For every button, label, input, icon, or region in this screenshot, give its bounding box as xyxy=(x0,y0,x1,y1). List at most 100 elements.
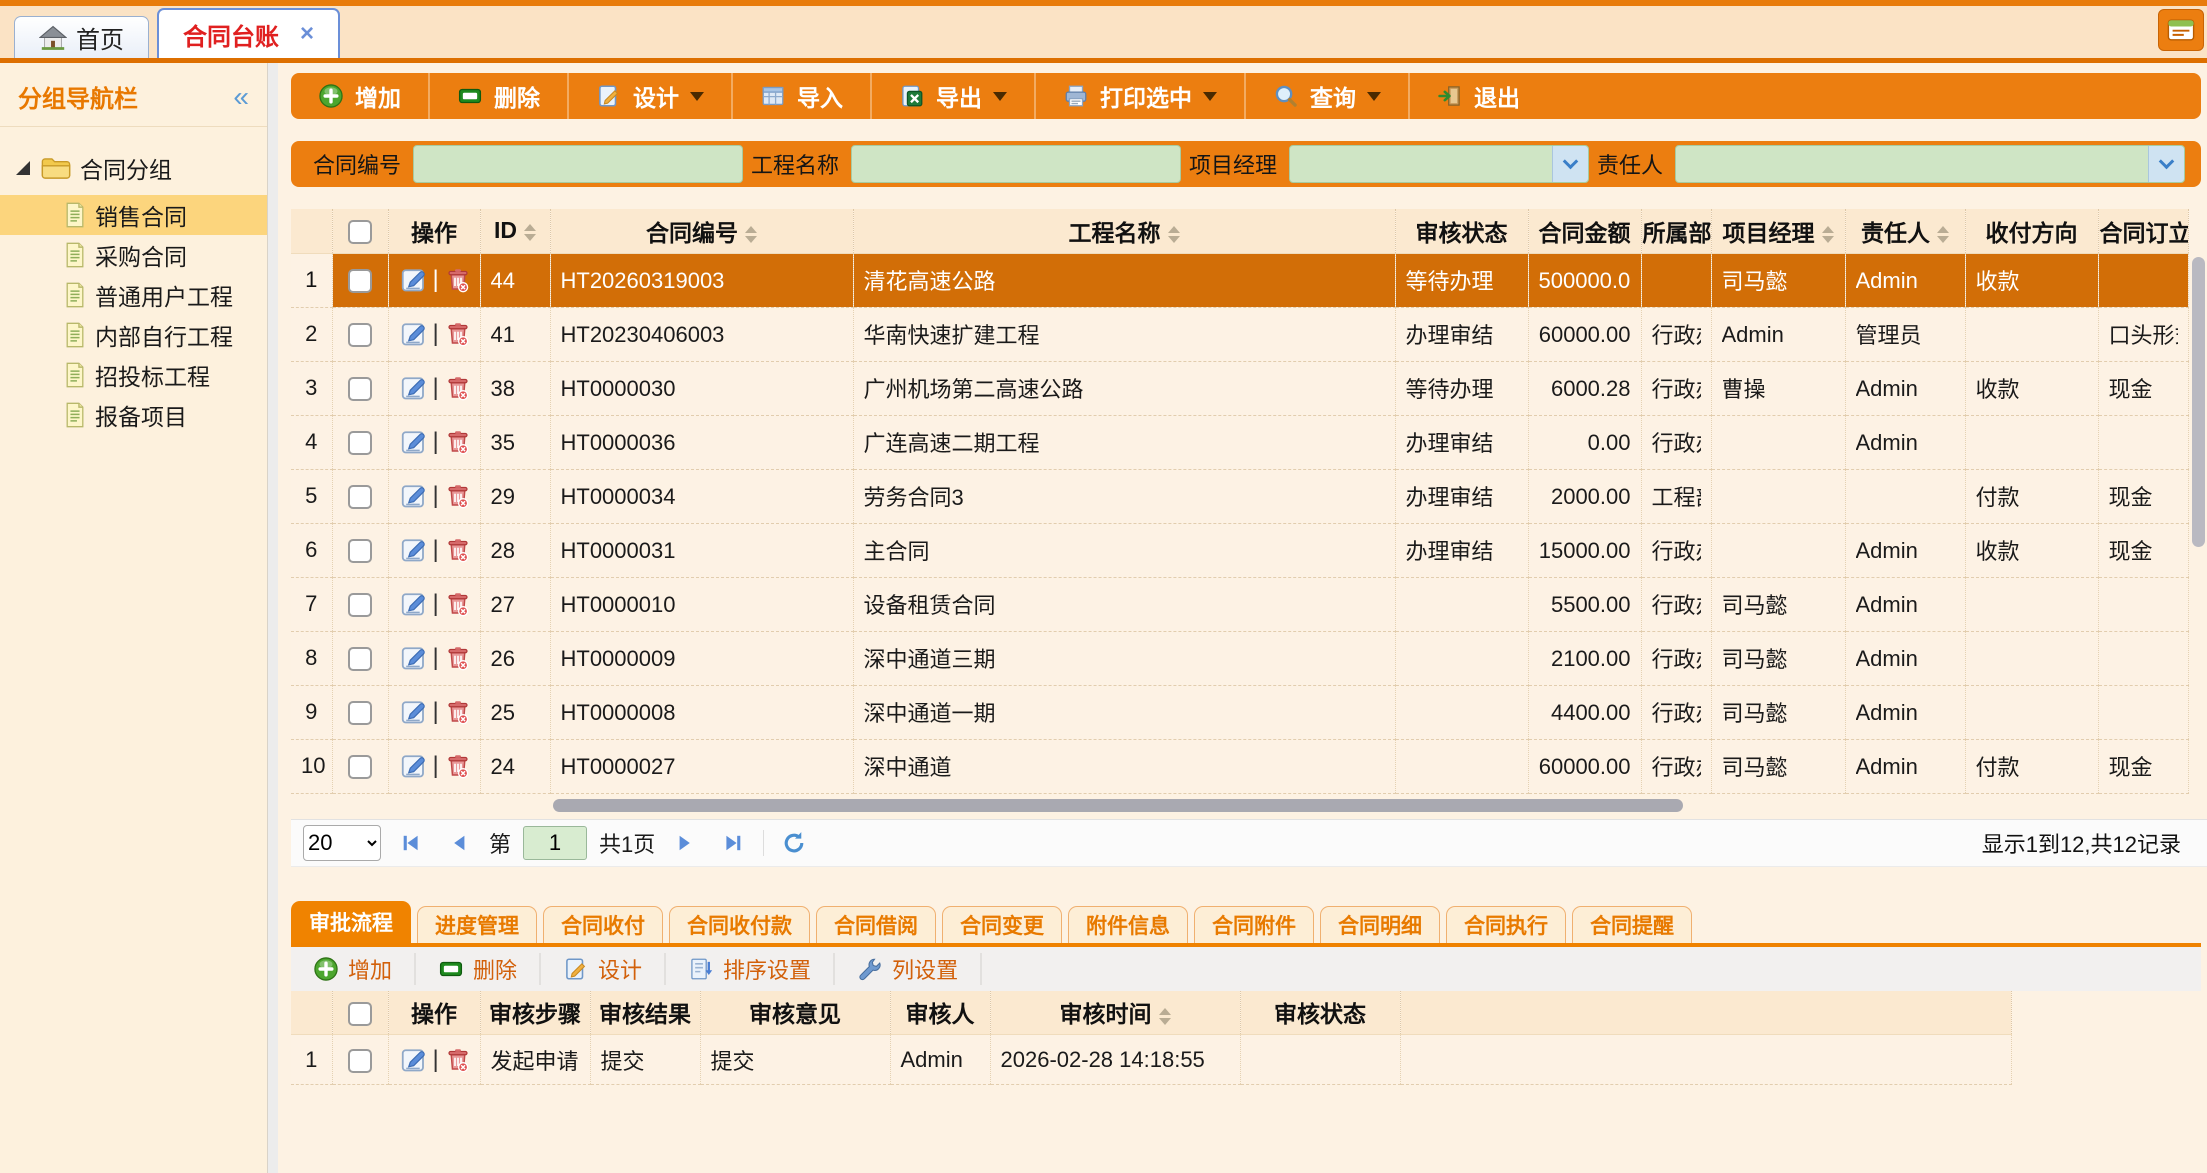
page-size-select[interactable]: 20 xyxy=(303,825,381,861)
edit-row-button[interactable] xyxy=(399,427,429,457)
toolbar-print-selected-button[interactable]: 打印选中 xyxy=(1034,73,1244,119)
table-row[interactable]: 2|41HT20230406003华南快速扩建工程办理审结60000.00行政办… xyxy=(291,307,2188,361)
edit-row-button[interactable] xyxy=(399,751,429,781)
close-icon[interactable]: × xyxy=(300,20,314,48)
column-header-7[interactable]: 项目经理 xyxy=(1711,209,1845,253)
detail-design-button[interactable]: 设计 xyxy=(541,953,666,985)
sidebar-item-5[interactable]: 报备项目 xyxy=(0,395,267,435)
filter-input-project-name[interactable] xyxy=(851,145,1181,183)
delete-row-button[interactable] xyxy=(443,643,473,673)
detail-tab-5[interactable]: 合同变更 xyxy=(942,906,1062,943)
table-row[interactable]: 8|26HT0000009深中通道三期2100.00行政办司马懿Admin xyxy=(291,631,2188,685)
detail-add-button[interactable]: 增加 xyxy=(291,953,416,985)
sort-arrows-icon[interactable] xyxy=(1159,1008,1171,1025)
detail-row-checkbox[interactable] xyxy=(348,1049,372,1073)
sort-arrows-icon[interactable] xyxy=(1822,226,1834,243)
row-checkbox[interactable] xyxy=(348,539,372,563)
delete-row-button[interactable] xyxy=(443,697,473,727)
vertical-scrollbar-thumb[interactable] xyxy=(2192,257,2205,547)
detail-delete-button[interactable]: 删除 xyxy=(416,953,541,985)
sort-arrows-icon[interactable] xyxy=(1937,226,1949,243)
detail-tab-4[interactable]: 合同借阅 xyxy=(816,906,936,943)
row-checkbox[interactable] xyxy=(348,377,372,401)
edit-row-button[interactable] xyxy=(399,535,429,565)
tree-node-contract-group[interactable]: 合同分组 xyxy=(0,145,267,195)
row-checkbox[interactable] xyxy=(348,323,372,347)
delete-row-button[interactable] xyxy=(443,265,473,295)
toolbar-export-button[interactable]: 导出 xyxy=(870,73,1034,119)
collapse-sidebar-button[interactable]: « xyxy=(233,83,249,111)
sidebar-item-0[interactable]: 销售合同 xyxy=(0,195,267,235)
table-row[interactable]: 5|29HT0000034劳务合同3办理审结2000.00工程部付款现金 xyxy=(291,469,2188,523)
column-header-3[interactable]: 工程名称 xyxy=(853,209,1395,253)
sidebar-item-4[interactable]: 招投标工程 xyxy=(0,355,267,395)
edit-row-button[interactable] xyxy=(399,481,429,511)
detail-tab-10[interactable]: 合同提醒 xyxy=(1572,906,1692,943)
tree-expand-caret-icon[interactable] xyxy=(16,161,30,175)
delete-row-button[interactable] xyxy=(443,373,473,403)
toolbar-search-button[interactable]: 查询 xyxy=(1244,73,1408,119)
detail-tab-2[interactable]: 合同收付 xyxy=(543,906,663,943)
row-checkbox[interactable] xyxy=(348,755,372,779)
sort-arrows-icon[interactable] xyxy=(524,224,536,241)
table-row[interactable]: 3|38HT0000030广州机场第二高速公路等待办理6000.28行政办曹操A… xyxy=(291,361,2188,415)
table-row[interactable]: 1|44HT20260319003清花高速公路等待办理500000.00司马懿A… xyxy=(291,253,2188,307)
detail-column-settings-button[interactable]: 列设置 xyxy=(835,953,982,985)
row-checkbox[interactable] xyxy=(348,593,372,617)
toolbar-exit-button[interactable]: 退出 xyxy=(1408,73,1547,119)
column-header-8[interactable]: 责任人 xyxy=(1845,209,1965,253)
toolbar-add-button[interactable]: 增加 xyxy=(291,73,428,119)
filter-input-contract-no[interactable] xyxy=(413,145,743,183)
edit-row-button[interactable] xyxy=(399,265,429,295)
sidebar-item-2[interactable]: 普通用户工程 xyxy=(0,275,267,315)
delete-row-button[interactable] xyxy=(443,589,473,619)
edit-row-button[interactable] xyxy=(399,589,429,619)
delete-row-button[interactable] xyxy=(443,427,473,457)
table-row[interactable]: 4|35HT0000036广连高速二期工程办理审结0.00行政办Admin xyxy=(291,415,2188,469)
row-checkbox[interactable] xyxy=(348,647,372,671)
detail-table-row[interactable]: 1|发起申请提交提交Admin2026-02-28 14:18:55 xyxy=(291,1035,2011,1085)
detail-tab-1[interactable]: 进度管理 xyxy=(417,906,537,943)
toolbar-design-button[interactable]: 设计 xyxy=(567,73,731,119)
detail-tab-9[interactable]: 合同执行 xyxy=(1446,906,1566,943)
tab-contract-ledger[interactable]: 合同台账 × xyxy=(157,8,340,58)
next-page-button[interactable] xyxy=(667,825,703,861)
horizontal-scrollbar[interactable] xyxy=(291,798,2201,814)
refresh-button[interactable] xyxy=(776,825,812,861)
sidebar-item-1[interactable]: 采购合同 xyxy=(0,235,267,275)
sort-arrows-icon[interactable] xyxy=(745,226,757,243)
detail-tab-0[interactable]: 审批流程 xyxy=(291,901,411,943)
filter-select-owner[interactable] xyxy=(1675,145,2185,183)
table-row[interactable]: 10|24HT0000027深中通道60000.00行政办司马懿Admin付款现… xyxy=(291,739,2188,793)
vertical-scrollbar[interactable] xyxy=(2192,209,2206,794)
column-header-1[interactable]: ID xyxy=(480,209,550,253)
toolbar-import-button[interactable]: 导入 xyxy=(731,73,870,119)
row-checkbox[interactable] xyxy=(348,701,372,725)
row-checkbox[interactable] xyxy=(348,269,372,293)
first-page-button[interactable] xyxy=(393,825,429,861)
tab-home[interactable]: 首页 xyxy=(14,16,149,58)
delete-row-button[interactable] xyxy=(443,481,473,511)
row-checkbox[interactable] xyxy=(348,431,372,455)
detail-delete-row-button[interactable] xyxy=(443,1045,473,1075)
edit-row-button[interactable] xyxy=(399,373,429,403)
last-page-button[interactable] xyxy=(715,825,751,861)
sidebar-item-3[interactable]: 内部自行工程 xyxy=(0,315,267,355)
sort-arrows-icon[interactable] xyxy=(1168,226,1180,243)
edit-row-button[interactable] xyxy=(399,643,429,673)
detail-column-header-5[interactable]: 审核时间 xyxy=(990,991,1240,1035)
page-number-input[interactable] xyxy=(523,826,587,860)
edit-row-button[interactable] xyxy=(399,697,429,727)
column-header-2[interactable]: 合同编号 xyxy=(550,209,853,253)
edit-row-button[interactable] xyxy=(399,319,429,349)
detail-tab-6[interactable]: 附件信息 xyxy=(1068,906,1188,943)
delete-row-button[interactable] xyxy=(443,535,473,565)
table-row[interactable]: 9|25HT0000008深中通道一期4400.00行政办司马懿Admin xyxy=(291,685,2188,739)
select-all-checkbox[interactable] xyxy=(348,220,372,244)
previous-page-button[interactable] xyxy=(441,825,477,861)
detail-select-all-checkbox[interactable] xyxy=(348,1002,372,1026)
table-row[interactable]: 6|28HT0000031主合同办理审结15000.00行政办Admin收款现金 xyxy=(291,523,2188,577)
horizontal-scrollbar-thumb[interactable] xyxy=(553,799,1683,812)
detail-tab-8[interactable]: 合同明细 xyxy=(1320,906,1440,943)
filter-select-project-manager[interactable] xyxy=(1289,145,1589,183)
